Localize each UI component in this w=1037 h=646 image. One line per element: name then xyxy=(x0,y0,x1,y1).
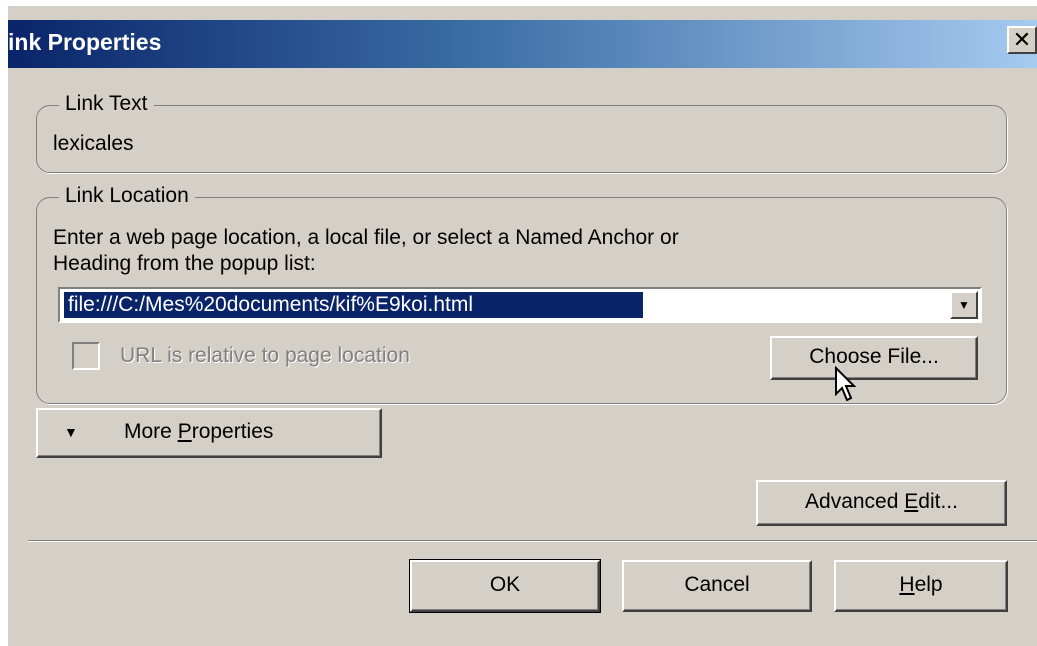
relative-url-label: URL is relative to page location xyxy=(120,344,410,367)
title-bar: ink Properties ✕ xyxy=(8,20,1037,68)
chevron-down-icon: ▼ xyxy=(958,298,970,312)
more-properties-accel: P xyxy=(177,420,192,443)
link-text-value: lexicales xyxy=(53,132,134,155)
dialog-title: ink Properties xyxy=(8,29,162,55)
ok-label: OK xyxy=(489,573,521,596)
more-properties-button[interactable]: ▼ More Properties xyxy=(36,408,382,458)
url-input[interactable]: file:///C:/Mes%20documents/kif%E9koi.htm… xyxy=(64,292,643,318)
close-icon: ✕ xyxy=(1012,27,1032,52)
link-location-combobox[interactable]: file:///C:/Mes%20documents/kif%E9koi.htm… xyxy=(58,287,982,323)
advanced-edit-accel: E xyxy=(904,490,919,513)
advanced-edit-prefix: Advanced xyxy=(805,490,905,513)
more-properties-rest: roperties xyxy=(191,420,274,443)
close-button[interactable]: ✕ xyxy=(1007,26,1037,54)
link-properties-dialog: ink Properties ✕ Link Text lexicales Lin… xyxy=(8,6,1037,646)
more-properties-label: More Properties xyxy=(124,410,273,454)
instructions-line-1: Enter a web page location, a local file,… xyxy=(53,226,679,249)
advanced-edit-rest: dit... xyxy=(918,490,958,513)
help-rest: elp xyxy=(914,573,943,596)
link-text-legend: Link Text xyxy=(59,92,154,116)
instructions-line-2: Heading from the popup list: xyxy=(53,252,316,275)
link-text-group: Link Text lexicales xyxy=(36,92,1007,173)
help-button[interactable]: Help xyxy=(834,560,1008,612)
separator xyxy=(28,540,1037,542)
mouse-cursor-icon xyxy=(835,366,857,402)
ok-button[interactable]: OK xyxy=(409,559,601,613)
cancel-label: Cancel xyxy=(684,573,750,596)
triangle-down-icon: ▼ xyxy=(64,424,78,440)
choose-file-label: Choose File... xyxy=(809,345,939,368)
cancel-button[interactable]: Cancel xyxy=(622,560,812,612)
more-properties-prefix: More xyxy=(124,420,178,443)
advanced-edit-button[interactable]: Advanced Edit... xyxy=(756,480,1007,526)
relative-url-checkbox[interactable] xyxy=(72,342,100,370)
help-accel: H xyxy=(899,573,915,596)
choose-file-button[interactable]: Choose File... xyxy=(770,336,978,380)
dropdown-button[interactable]: ▼ xyxy=(950,291,978,319)
link-location-legend: Link Location xyxy=(59,184,195,208)
